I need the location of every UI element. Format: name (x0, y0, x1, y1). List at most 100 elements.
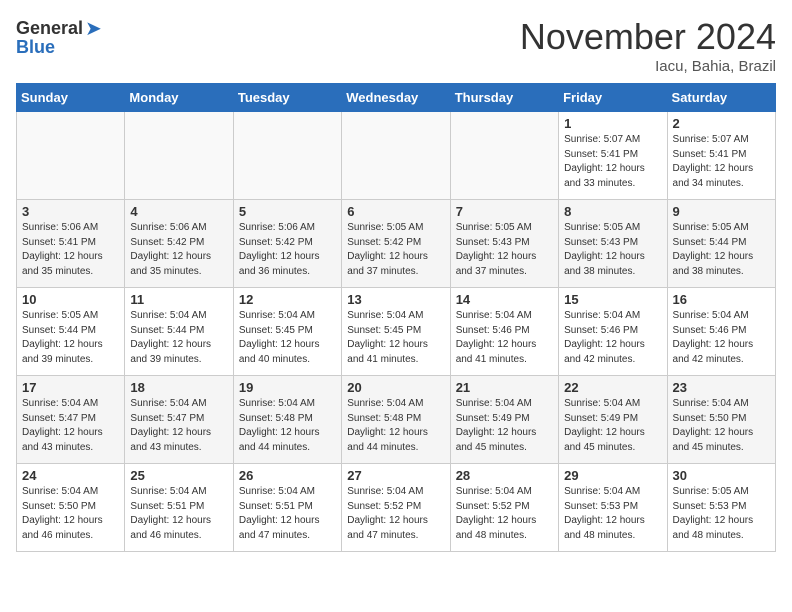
calendar-table: SundayMondayTuesdayWednesdayThursdayFrid… (16, 83, 776, 552)
day-number: 8 (564, 204, 661, 219)
calendar-day: 13 Sunrise: 5:04 AM Sunset: 5:45 PM Dayli… (342, 288, 450, 376)
location: Iacu, Bahia, Brazil (520, 58, 776, 75)
day-info: Sunrise: 5:05 AM Sunset: 5:53 PM Dayligh… (673, 485, 770, 543)
day-info: Sunrise: 5:04 AM Sunset: 5:46 PM Dayligh… (456, 309, 553, 367)
calendar-day: 23Sunrise: 5:04 AM Sunset: 5:50 PM Dayli… (667, 376, 775, 464)
calendar-day: 30 Sunrise: 5:05 AM Sunset: 5:53 PM Dayli… (667, 464, 775, 552)
day-info: Sunrise: 5:04 AM Sunset: 5:52 PM Dayligh… (456, 485, 553, 543)
calendar-day: 22Sunrise: 5:04 AM Sunset: 5:49 PM Dayli… (559, 376, 667, 464)
day-number: 25 (130, 468, 227, 483)
logo-blue: Blue (16, 37, 55, 58)
day-info: Sunrise: 5:07 AM Sunset: 5:41 PM Dayligh… (673, 133, 770, 191)
day-number: 29 (564, 468, 661, 483)
calendar-day: 1 Sunrise: 5:07 AM Sunset: 5:41 PM Daylig… (559, 112, 667, 200)
day-number: 11 (130, 292, 227, 307)
calendar-day: 20 Sunrise: 5:04 AM Sunset: 5:48 PM Dayli… (342, 376, 450, 464)
day-info: Sunrise: 5:05 AM Sunset: 5:42 PM Dayligh… (347, 221, 444, 279)
calendar-week-3: 10 Sunrise: 5:05 AM Sunset: 5:44 PM Dayli… (17, 288, 776, 376)
calendar-day: 6Sunrise: 5:05 AM Sunset: 5:42 PM Daylig… (342, 200, 450, 288)
day-number: 26 (239, 468, 336, 483)
day-number: 22 (564, 380, 661, 395)
day-number: 2 (673, 116, 770, 131)
day-number: 13 (347, 292, 444, 307)
day-info: Sunrise: 5:04 AM Sunset: 5:50 PM Dayligh… (22, 485, 119, 543)
day-number: 17 (22, 380, 119, 395)
day-info: Sunrise: 5:06 AM Sunset: 5:41 PM Dayligh… (22, 221, 119, 279)
day-number: 4 (130, 204, 227, 219)
calendar-day: 7Sunrise: 5:05 AM Sunset: 5:43 PM Daylig… (450, 200, 558, 288)
calendar-day: 12 Sunrise: 5:04 AM Sunset: 5:45 PM Dayli… (233, 288, 341, 376)
calendar-day: 29 Sunrise: 5:04 AM Sunset: 5:53 PM Dayli… (559, 464, 667, 552)
day-info: Sunrise: 5:05 AM Sunset: 5:44 PM Dayligh… (22, 309, 119, 367)
calendar-day: 9Sunrise: 5:05 AM Sunset: 5:44 PM Daylig… (667, 200, 775, 288)
month-title: November 2024 (520, 16, 776, 58)
day-info: Sunrise: 5:04 AM Sunset: 5:53 PM Dayligh… (564, 485, 661, 543)
day-info: Sunrise: 5:05 AM Sunset: 5:43 PM Dayligh… (564, 221, 661, 279)
calendar-day: 28 Sunrise: 5:04 AM Sunset: 5:52 PM Dayli… (450, 464, 558, 552)
day-number: 18 (130, 380, 227, 395)
calendar-day: 27Sunrise: 5:04 AM Sunset: 5:52 PM Dayli… (342, 464, 450, 552)
day-number: 30 (673, 468, 770, 483)
calendar-day (17, 112, 125, 200)
header-monday: Monday (125, 84, 233, 112)
calendar-day: 18 Sunrise: 5:04 AM Sunset: 5:47 PM Dayli… (125, 376, 233, 464)
calendar-day (450, 112, 558, 200)
day-info: Sunrise: 5:05 AM Sunset: 5:44 PM Dayligh… (673, 221, 770, 279)
day-info: Sunrise: 5:04 AM Sunset: 5:45 PM Dayligh… (347, 309, 444, 367)
calendar-day: 17 Sunrise: 5:04 AM Sunset: 5:47 PM Dayli… (17, 376, 125, 464)
calendar-day: 26 Sunrise: 5:04 AM Sunset: 5:51 PM Dayli… (233, 464, 341, 552)
day-info: Sunrise: 5:04 AM Sunset: 5:46 PM Dayligh… (564, 309, 661, 367)
header-sunday: Sunday (17, 84, 125, 112)
day-number: 3 (22, 204, 119, 219)
day-number: 14 (456, 292, 553, 307)
day-info: Sunrise: 5:04 AM Sunset: 5:51 PM Dayligh… (239, 485, 336, 543)
page-header: General ➤ Blue November 2024 Iacu, Bahia… (16, 16, 776, 75)
logo-bird-icon: ➤ (85, 16, 102, 41)
calendar-day: 3 Sunrise: 5:06 AM Sunset: 5:41 PM Daylig… (17, 200, 125, 288)
day-number: 21 (456, 380, 553, 395)
calendar-day: 8 Sunrise: 5:05 AM Sunset: 5:43 PM Daylig… (559, 200, 667, 288)
day-number: 15 (564, 292, 661, 307)
calendar-day: 5Sunrise: 5:06 AM Sunset: 5:42 PM Daylig… (233, 200, 341, 288)
calendar-day: 25Sunrise: 5:04 AM Sunset: 5:51 PM Dayli… (125, 464, 233, 552)
title-section: November 2024 Iacu, Bahia, Brazil (520, 16, 776, 75)
calendar-day: 14 Sunrise: 5:04 AM Sunset: 5:46 PM Dayli… (450, 288, 558, 376)
day-info: Sunrise: 5:04 AM Sunset: 5:48 PM Dayligh… (347, 397, 444, 455)
day-number: 27 (347, 468, 444, 483)
day-number: 7 (456, 204, 553, 219)
day-number: 24 (22, 468, 119, 483)
day-info: Sunrise: 5:04 AM Sunset: 5:45 PM Dayligh… (239, 309, 336, 367)
calendar-header-row: SundayMondayTuesdayWednesdayThursdayFrid… (17, 84, 776, 112)
calendar-day: 19 Sunrise: 5:04 AM Sunset: 5:48 PM Dayli… (233, 376, 341, 464)
day-number: 5 (239, 204, 336, 219)
day-number: 1 (564, 116, 661, 131)
day-number: 28 (456, 468, 553, 483)
calendar-week-2: 3 Sunrise: 5:06 AM Sunset: 5:41 PM Daylig… (17, 200, 776, 288)
day-number: 19 (239, 380, 336, 395)
day-info: Sunrise: 5:04 AM Sunset: 5:44 PM Dayligh… (130, 309, 227, 367)
header-tuesday: Tuesday (233, 84, 341, 112)
calendar-day (125, 112, 233, 200)
day-info: Sunrise: 5:04 AM Sunset: 5:48 PM Dayligh… (239, 397, 336, 455)
day-info: Sunrise: 5:04 AM Sunset: 5:47 PM Dayligh… (130, 397, 227, 455)
calendar-day: 21Sunrise: 5:04 AM Sunset: 5:49 PM Dayli… (450, 376, 558, 464)
calendar-day: 15 Sunrise: 5:04 AM Sunset: 5:46 PM Dayli… (559, 288, 667, 376)
calendar-day (233, 112, 341, 200)
day-info: Sunrise: 5:04 AM Sunset: 5:47 PM Dayligh… (22, 397, 119, 455)
calendar-week-1: 1 Sunrise: 5:07 AM Sunset: 5:41 PM Daylig… (17, 112, 776, 200)
calendar-week-4: 17 Sunrise: 5:04 AM Sunset: 5:47 PM Dayli… (17, 376, 776, 464)
calendar-day: 24 Sunrise: 5:04 AM Sunset: 5:50 PM Dayli… (17, 464, 125, 552)
day-number: 10 (22, 292, 119, 307)
day-number: 20 (347, 380, 444, 395)
calendar-day: 16 Sunrise: 5:04 AM Sunset: 5:46 PM Dayli… (667, 288, 775, 376)
day-info: Sunrise: 5:07 AM Sunset: 5:41 PM Dayligh… (564, 133, 661, 191)
day-info: Sunrise: 5:04 AM Sunset: 5:46 PM Dayligh… (673, 309, 770, 367)
day-number: 12 (239, 292, 336, 307)
logo: General ➤ Blue (16, 16, 102, 58)
calendar-week-5: 24 Sunrise: 5:04 AM Sunset: 5:50 PM Dayli… (17, 464, 776, 552)
calendar-day: 2 Sunrise: 5:07 AM Sunset: 5:41 PM Daylig… (667, 112, 775, 200)
header-thursday: Thursday (450, 84, 558, 112)
logo-general: General (16, 18, 83, 39)
calendar-day: 11 Sunrise: 5:04 AM Sunset: 5:44 PM Dayli… (125, 288, 233, 376)
day-number: 16 (673, 292, 770, 307)
